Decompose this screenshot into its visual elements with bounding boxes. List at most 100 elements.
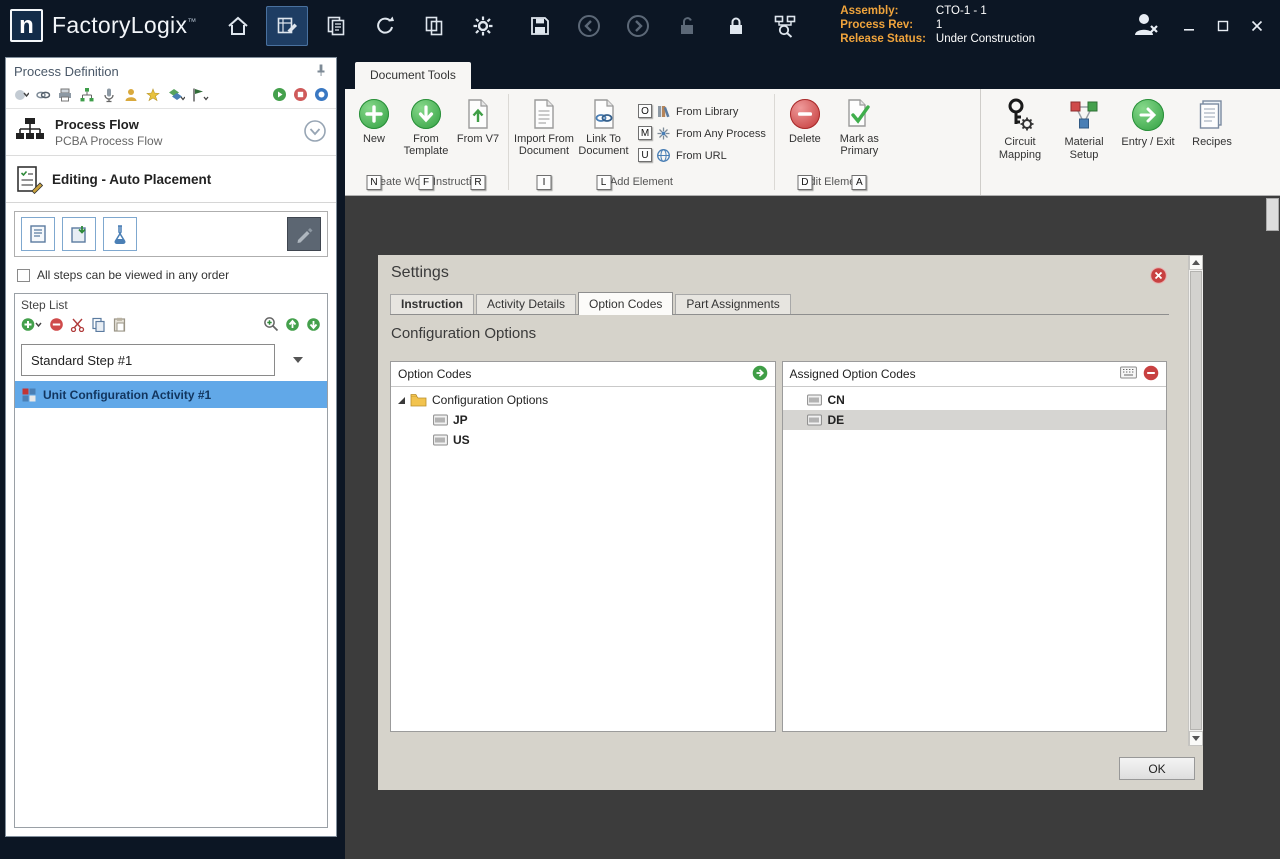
activity-icon <box>22 388 36 402</box>
tab-document-tools[interactable]: Document Tools <box>355 62 471 89</box>
operator-button[interactable] <box>123 87 139 106</box>
from-url-button[interactable]: U From URL <box>644 146 766 165</box>
unlock-button[interactable] <box>666 6 708 46</box>
material-setup-button[interactable]: Material Setup <box>1053 95 1115 195</box>
step-selector: Standard Step #1 <box>21 344 321 376</box>
flow-tree-button[interactable] <box>79 87 95 106</box>
view-order-checkbox[interactable] <box>17 269 30 282</box>
options-dropdown-button[interactable] <box>13 87 29 106</box>
dialog-close-button[interactable] <box>1150 267 1167 284</box>
back-button[interactable] <box>568 6 610 46</box>
from-library-button[interactable]: O From Library <box>644 102 766 121</box>
tree-expand-toggle[interactable] <box>398 397 405 404</box>
panel-toolbar <box>6 84 336 109</box>
scroll-up-button[interactable] <box>1189 255 1203 270</box>
canvas-scrollbar-stub[interactable] <box>1266 198 1279 231</box>
paste-step-button[interactable] <box>112 317 127 335</box>
status-button[interactable] <box>314 87 329 105</box>
circuit-mapping-button[interactable]: Circuit Mapping <box>989 95 1051 195</box>
close-window-button[interactable] <box>1250 19 1264 33</box>
dialog-title: Settings <box>391 264 449 282</box>
process-flow-title: Process Flow <box>55 117 162 132</box>
mark-as-primary-button[interactable]: Mark as Primary A <box>831 94 888 175</box>
release-status-value: Under Construction <box>936 33 1035 46</box>
remove-step-button[interactable] <box>49 317 64 335</box>
code-chip-icon <box>433 414 448 426</box>
new-instruction-button[interactable]: New N <box>348 94 400 175</box>
tree-root-row[interactable]: Configuration Options <box>391 390 775 410</box>
option-code-label: JP <box>453 413 468 427</box>
app-name: FactoryLogix™ <box>52 12 197 39</box>
copy-step-button[interactable] <box>91 317 106 335</box>
from-any-process-button[interactable]: M From Any Process <box>644 124 766 143</box>
dialog-scrollbar[interactable] <box>1188 255 1203 746</box>
assigned-code-row[interactable]: DE <box>783 410 1167 430</box>
scroll-down-button[interactable] <box>1189 731 1203 746</box>
tab-option-codes[interactable]: Option Codes <box>578 292 673 315</box>
stop-button[interactable] <box>293 87 308 105</box>
test-document-button[interactable] <box>103 217 137 251</box>
start-button[interactable] <box>272 87 287 105</box>
sync-button[interactable] <box>364 6 406 46</box>
process-search-icon <box>772 13 798 39</box>
option-code-row[interactable]: US <box>391 430 775 450</box>
option-code-row[interactable]: JP <box>391 410 775 430</box>
step-combo-caret-button[interactable] <box>275 357 321 363</box>
recipes-button[interactable]: Recipes <box>1181 95 1243 195</box>
key-gear-icon <box>1003 97 1037 133</box>
link-button[interactable] <box>35 87 51 106</box>
process-search-button[interactable] <box>764 6 806 46</box>
user-button[interactable] <box>1130 9 1160 42</box>
microphone-icon <box>101 87 117 103</box>
step-combo-value: Standard Step #1 <box>31 353 132 368</box>
zoom-step-button[interactable] <box>263 316 279 335</box>
ribbon: New N From Template F From V7 R Create W… <box>345 89 1280 196</box>
from-v7-button[interactable]: From V7 R <box>452 94 504 175</box>
save-button[interactable] <box>519 6 561 46</box>
view-order-label: All steps can be viewed in any order <box>37 268 229 282</box>
from-template-button[interactable]: From Template F <box>400 94 452 175</box>
tools-button[interactable] <box>145 87 161 106</box>
import-document-button[interactable] <box>62 217 96 251</box>
new-document-button[interactable] <box>21 217 55 251</box>
settings-button[interactable] <box>462 6 504 46</box>
ok-button[interactable]: OK <box>1119 757 1195 780</box>
window-controls <box>1182 19 1264 33</box>
scroll-thumb[interactable] <box>1190 271 1202 730</box>
microphone-button[interactable] <box>101 87 117 106</box>
layers-button[interactable] <box>167 87 185 106</box>
process-flow-row[interactable]: Process Flow PCBA Process Flow <box>6 109 336 156</box>
documents-button[interactable] <box>315 6 357 46</box>
move-down-button[interactable] <box>306 317 321 335</box>
tab-instruction[interactable]: Instruction <box>390 294 474 314</box>
print-button[interactable] <box>57 87 73 106</box>
copy-pages-button[interactable] <box>413 6 455 46</box>
edit-document-button[interactable] <box>287 217 321 251</box>
tab-part-assignments[interactable]: Part Assignments <box>675 294 790 314</box>
minimize-button[interactable] <box>1182 19 1196 33</box>
delete-element-button[interactable]: Delete D <box>779 94 831 175</box>
assigned-code-row[interactable]: CN <box>783 390 1167 410</box>
remove-assigned-button[interactable] <box>1143 365 1159 384</box>
lock-button[interactable] <box>715 6 757 46</box>
edit-codes-button[interactable] <box>1120 366 1137 382</box>
link-to-document-button[interactable]: Link To Document L <box>575 94 632 175</box>
process-editor-button[interactable] <box>266 6 308 46</box>
pin-button[interactable] <box>314 63 328 80</box>
import-from-document-button[interactable]: Import From Document I <box>513 94 575 175</box>
activity-row[interactable]: Unit Configuration Activity #1 <box>15 381 327 408</box>
collapse-button[interactable] <box>303 119 327 146</box>
flag-button[interactable] <box>191 87 209 106</box>
green-arrow-circle-icon <box>752 365 768 381</box>
maximize-button[interactable] <box>1216 19 1230 33</box>
move-up-button[interactable] <box>285 317 300 335</box>
forward-button[interactable] <box>617 6 659 46</box>
assigned-option-codes-panel: Assigned Option Codes CN <box>782 361 1168 732</box>
home-button[interactable] <box>217 6 259 46</box>
add-step-button[interactable] <box>21 317 43 335</box>
step-combo[interactable]: Standard Step #1 <box>21 344 275 376</box>
entry-exit-button[interactable]: Entry / Exit <box>1117 95 1179 195</box>
cut-step-button[interactable] <box>70 317 85 335</box>
tab-activity-details[interactable]: Activity Details <box>476 294 576 314</box>
assign-option-button[interactable] <box>752 365 768 384</box>
